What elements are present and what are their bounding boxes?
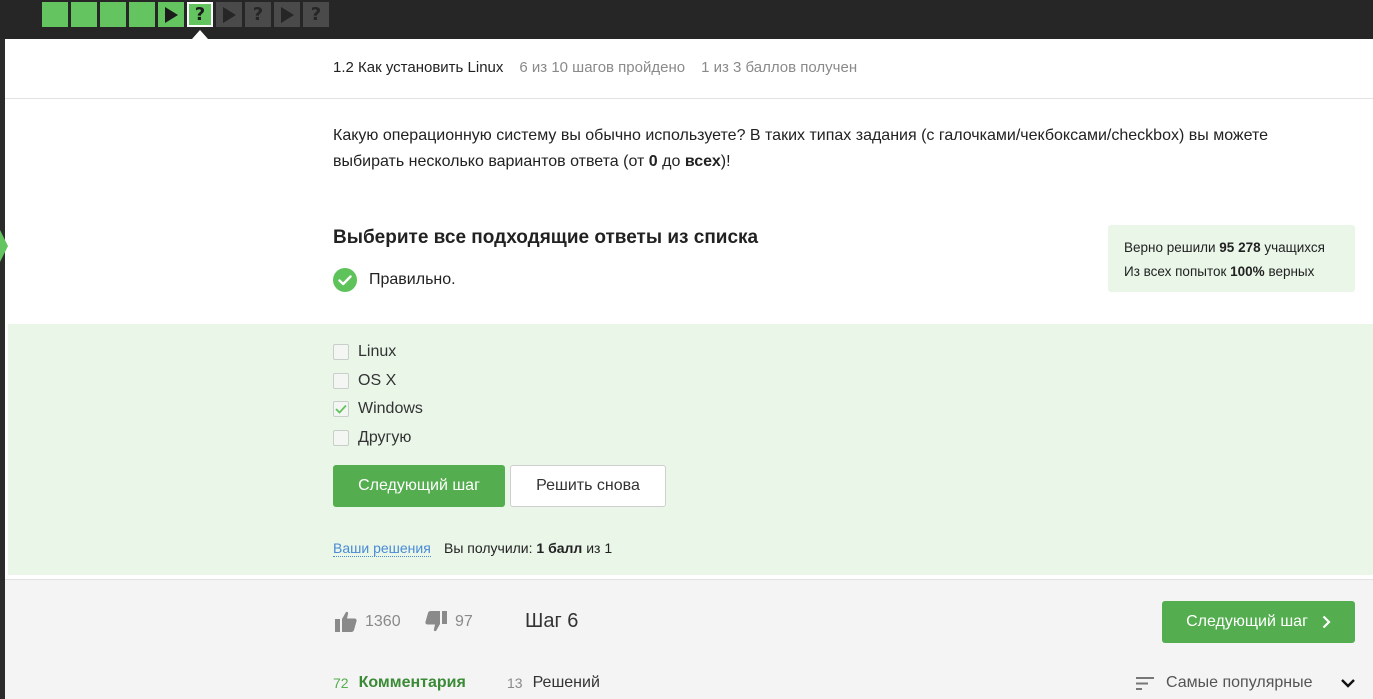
stats-attempts-pct: 100% xyxy=(1230,264,1265,279)
option-label: Linux xyxy=(358,343,397,360)
option-linux[interactable]: Linux xyxy=(333,343,396,361)
score-value: 1 балл xyxy=(536,540,583,556)
verdict: Правильно. xyxy=(333,268,456,292)
stats-box: Верно решили 95 278 учащихся Из всех поп… xyxy=(1108,225,1355,292)
likes-count: 1360 xyxy=(365,612,401,630)
chevron-right-icon xyxy=(1322,615,1331,629)
step-footer: 1360 97 Шаг 6 Следующий шаг 72 Комментар… xyxy=(5,579,1373,699)
stats-text: верных xyxy=(1264,264,1315,279)
option-other[interactable]: Другую xyxy=(333,429,411,447)
step-2-done[interactable] xyxy=(71,2,97,27)
solutions-count: 13 xyxy=(507,675,523,691)
play-icon xyxy=(281,6,294,23)
checkbox[interactable] xyxy=(333,430,349,446)
play-icon xyxy=(223,6,236,23)
step-8-quiz[interactable]: ? xyxy=(245,2,271,27)
next-step-button[interactable]: Следующий шаг xyxy=(333,465,505,507)
step-4-done[interactable] xyxy=(129,2,155,27)
score-text: Вы получили: 1 балл из 1 xyxy=(444,540,612,556)
stats-solved: Верно решили 95 278 учащихся xyxy=(1124,236,1339,260)
option-label: OS X xyxy=(358,372,397,389)
your-solutions-link[interactable]: Ваши решения xyxy=(333,540,431,557)
footer-next-step-button[interactable]: Следующий шаг xyxy=(1162,601,1355,643)
question-bold-from: 0 xyxy=(648,153,658,170)
sort-icon xyxy=(1136,676,1154,690)
solutions-label: Решений xyxy=(532,674,600,691)
checkmark-icon xyxy=(335,404,347,414)
header-divider xyxy=(5,98,1373,99)
question-text-part: )! xyxy=(720,153,731,170)
step-6-current[interactable]: ? xyxy=(187,2,213,27)
thumbs-up-icon xyxy=(335,611,357,632)
like-button[interactable]: 1360 xyxy=(335,611,401,632)
lesson-header: 1.2 Как установить Linux 6 из 10 шагов п… xyxy=(333,59,857,76)
play-icon xyxy=(165,6,178,23)
task-title: Выберите все подходящие ответы из списка xyxy=(333,227,759,248)
step-5-video-done[interactable] xyxy=(158,2,184,27)
lesson-title[interactable]: 1.2 Как установить Linux xyxy=(333,59,503,76)
step-9-video[interactable] xyxy=(274,2,300,27)
stats-text: Верно решили xyxy=(1124,240,1220,255)
retry-button[interactable]: Решить снова xyxy=(510,465,666,507)
option-label: Windows xyxy=(358,400,423,417)
option-windows[interactable]: Windows xyxy=(333,400,423,418)
question-bold-to: всех xyxy=(684,153,721,170)
stats-text: учащихся xyxy=(1260,240,1325,255)
checkbox[interactable] xyxy=(333,373,349,389)
question-icon: ? xyxy=(252,4,264,25)
stats-attempts: Из всех попыток 100% верных xyxy=(1124,260,1339,284)
comments-label: Комментария xyxy=(358,674,466,691)
question-text-part: Какую операционную систему вы обычно исп… xyxy=(333,127,1269,170)
score-prefix: Вы получили: xyxy=(444,540,537,556)
stats-text: Из всех попыток xyxy=(1124,264,1231,279)
step-7-video[interactable] xyxy=(216,2,242,27)
answer-panel: Linux OS X Windows Другую Следующий шаг … xyxy=(8,324,1373,575)
tab-comments[interactable]: 72 Комментария xyxy=(333,674,466,692)
question-text-part: до xyxy=(657,153,685,170)
lesson-points: 1 из 3 баллов получен xyxy=(701,59,858,76)
checkbox[interactable] xyxy=(333,344,349,360)
step-number: Шаг 6 xyxy=(525,610,579,632)
sidebar-toggle[interactable] xyxy=(0,230,8,262)
dislikes-count: 97 xyxy=(455,612,473,630)
step-1-done[interactable] xyxy=(42,2,68,27)
score-suffix: из 1 xyxy=(582,540,613,556)
current-step-pointer xyxy=(192,30,208,39)
stats-solved-count: 95 278 xyxy=(1219,240,1261,255)
steps-list: ? ? ? xyxy=(42,2,329,27)
tab-solutions[interactable]: 13 Решений xyxy=(507,674,600,692)
question-text: Какую операционную систему вы обычно исп… xyxy=(333,123,1323,175)
comments-count: 72 xyxy=(333,675,349,691)
next-step-label: Следующий шаг xyxy=(1186,613,1308,630)
question-icon: ? xyxy=(310,4,322,25)
sort-label: Самые популярные xyxy=(1166,674,1313,691)
dislike-button[interactable]: 97 xyxy=(425,611,473,632)
verdict-text: Правильно. xyxy=(369,271,456,288)
checkbox-checked[interactable] xyxy=(333,401,349,417)
thumbs-down-icon xyxy=(425,611,447,632)
lesson-progress: 6 из 10 шагов пройдено xyxy=(519,59,686,76)
option-osx[interactable]: OS X xyxy=(333,372,396,390)
sort-dropdown[interactable]: Самые популярные xyxy=(1136,674,1356,692)
question-icon: ? xyxy=(194,4,206,25)
option-label: Другую xyxy=(358,429,412,446)
correct-check-icon xyxy=(333,268,357,292)
chevron-down-icon xyxy=(1341,679,1356,688)
step-10-quiz[interactable]: ? xyxy=(303,2,329,27)
step-3-done[interactable] xyxy=(100,2,126,27)
